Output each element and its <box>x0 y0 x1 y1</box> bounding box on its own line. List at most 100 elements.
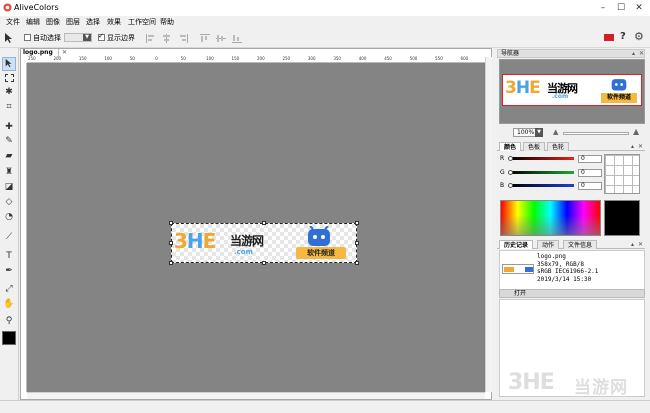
close-button[interactable]: ✕ <box>632 2 646 14</box>
close-panel-icon[interactable]: ✕ <box>638 143 643 150</box>
eraser-tool-button[interactable]: ▰ <box>2 149 16 163</box>
clone-stamp-tool-button[interactable]: ♜ <box>2 165 16 179</box>
brush-tool-button[interactable]: ✎ <box>2 134 16 148</box>
show-bounds-checkbox[interactable] <box>98 32 105 41</box>
auto-select-checkbox[interactable] <box>24 34 31 41</box>
navigator-preview[interactable]: 3HE 当游网 .com 软件频道 <box>499 59 645 124</box>
zoom-in-icon[interactable]: ▲ <box>633 127 639 136</box>
watermark: 3HE 当游网 <box>508 369 648 399</box>
magic-wand-tool-button[interactable]: ✱ <box>2 85 16 99</box>
minimize-button[interactable]: – <box>596 2 610 14</box>
resize-handle[interactable] <box>169 221 173 225</box>
foreground-color-swatch[interactable] <box>2 331 16 345</box>
zoom-slider[interactable] <box>563 132 629 135</box>
red-channel-row: R 0 <box>500 155 610 163</box>
ruler-tick-label: 450 <box>384 56 392 61</box>
thumbnail-logo <box>504 267 514 272</box>
history-item[interactable]: 打开 <box>499 289 645 298</box>
text-tool-button[interactable]: T <box>2 249 16 263</box>
blue-slider-handle[interactable] <box>508 183 513 188</box>
zoom-out-icon[interactable]: ▲ <box>553 128 558 136</box>
crop-tool-button[interactable]: ⌗ <box>2 100 16 114</box>
align-center-icon[interactable] <box>162 34 172 43</box>
canvas-area[interactable]: 3HE 当游网 .com 软件频道 <box>27 63 485 392</box>
red-channel-label: R <box>500 155 505 162</box>
tab-actions[interactable]: 动作 <box>537 240 560 249</box>
resize-handle[interactable] <box>355 221 359 225</box>
document-tab-title: logo.png <box>23 49 53 56</box>
blur-tool-button[interactable]: ◇ <box>2 195 16 209</box>
menu-edit[interactable]: 编辑 <box>26 17 40 27</box>
zoom-dropdown-icon[interactable]: ▼ <box>535 128 543 137</box>
move-tool-button[interactable] <box>2 57 16 71</box>
menu-effects[interactable]: 效果 <box>107 17 121 27</box>
horizontal-scrollbar[interactable] <box>27 392 485 399</box>
gear-icon[interactable]: ⚙ <box>634 30 644 43</box>
collapse-icon[interactable]: ▴ <box>631 241 634 248</box>
ruler-tick-label: 400 <box>358 56 367 61</box>
help-icon[interactable]: ? <box>620 31 626 42</box>
green-slider[interactable] <box>510 171 574 174</box>
auto-select-dropdown[interactable]: ▼ <box>64 33 92 42</box>
hand-tool-button[interactable]: ✋ <box>2 297 16 311</box>
healing-tool-button[interactable]: ✚ <box>2 120 16 134</box>
right-panel: 导航器 ▴ ✕ 3HE 当游网 .com 软件频道 100% ▼ ▲ ▲ 颜色 … <box>497 48 650 400</box>
swatch-grid[interactable] <box>604 154 640 194</box>
vertical-scrollbar[interactable] <box>485 57 492 392</box>
chevron-down-icon: ▼ <box>83 34 91 41</box>
menu-file[interactable]: 文件 <box>6 17 20 27</box>
menu-bar: 文件 编辑 图像 图层 选择 效果 工作空间 帮助 <box>0 16 650 28</box>
align-left-icon[interactable] <box>146 34 156 43</box>
resize-handle[interactable] <box>355 261 359 265</box>
red-value-field[interactable]: 0 <box>578 155 602 163</box>
tab-color[interactable]: 颜色 <box>499 142 522 151</box>
history-snapshot[interactable]: logo.png 358x79, RGB/8 sRGB IEC61966-2.1… <box>499 250 645 290</box>
resize-handle[interactable] <box>262 261 266 265</box>
dodge-tool-button[interactable]: ◔ <box>2 210 16 224</box>
resize-handle[interactable] <box>262 221 266 225</box>
logo-ribbon: 软件频道 <box>296 247 346 259</box>
align-bottom-icon[interactable] <box>232 34 242 43</box>
align-right-icon[interactable] <box>178 34 188 43</box>
tab-file-info[interactable]: 文件信息 <box>563 240 598 249</box>
logo-3he-mark: 3HE <box>174 229 216 253</box>
tab-color-wheel[interactable]: 色轮 <box>547 142 570 151</box>
red-slider-handle[interactable] <box>508 156 513 161</box>
maximize-button[interactable]: ☐ <box>614 2 628 14</box>
gradient-tool-button[interactable]: ⟋ <box>2 230 16 244</box>
collapse-icon[interactable]: ▴ <box>631 143 634 150</box>
tab-swatches[interactable]: 色板 <box>523 142 546 151</box>
image-layer[interactable]: 3HE 当游网 .com 软件频道 <box>169 221 359 265</box>
ruler-tick-label: 50 <box>129 56 135 61</box>
tab-history[interactable]: 历史记录 <box>499 240 534 249</box>
green-value-field[interactable]: 0 <box>578 169 602 177</box>
menu-workspace[interactable]: 工作空间 <box>128 17 156 27</box>
tool-palette: ✱ ⌗ ✚ ✎ ▰ ♜ ◪ ◇ ◔ ⟋ T ✒ ⤢ ✋ ⚲ <box>0 48 19 408</box>
menu-select[interactable]: 选择 <box>86 17 100 27</box>
pen-tool-button[interactable]: ✒ <box>2 264 16 278</box>
resize-handle[interactable] <box>169 241 173 245</box>
menu-help[interactable]: 帮助 <box>160 17 174 27</box>
blue-value-field[interactable]: 0 <box>578 182 602 190</box>
close-panel-icon[interactable]: ✕ <box>638 241 643 248</box>
color-spectrum[interactable] <box>500 200 601 236</box>
ruler-tick-label: 150 <box>231 56 240 61</box>
resize-handle[interactable] <box>169 261 173 265</box>
blue-slider[interactable] <box>510 184 574 187</box>
message-icon[interactable] <box>604 34 614 41</box>
menu-layer[interactable]: 图层 <box>66 17 80 27</box>
align-top-icon[interactable] <box>200 34 210 43</box>
marquee-tool-button[interactable] <box>2 71 16 85</box>
green-slider-handle[interactable] <box>508 170 513 175</box>
close-panel-icon[interactable]: ✕ <box>639 50 644 58</box>
fill-tool-button[interactable]: ◪ <box>2 180 16 194</box>
close-tab-icon[interactable]: ✕ <box>62 49 67 57</box>
collapse-icon[interactable]: ▴ <box>632 50 635 58</box>
zoom-tool-button[interactable]: ⚲ <box>2 314 16 328</box>
resize-handle[interactable] <box>355 241 359 245</box>
file-dimensions: 358x79, RGB/8 <box>537 260 584 268</box>
eyedropper-tool-button[interactable]: ⤢ <box>2 282 16 296</box>
red-slider[interactable] <box>510 157 574 160</box>
align-middle-icon[interactable] <box>216 34 226 43</box>
menu-image[interactable]: 图像 <box>46 17 60 27</box>
